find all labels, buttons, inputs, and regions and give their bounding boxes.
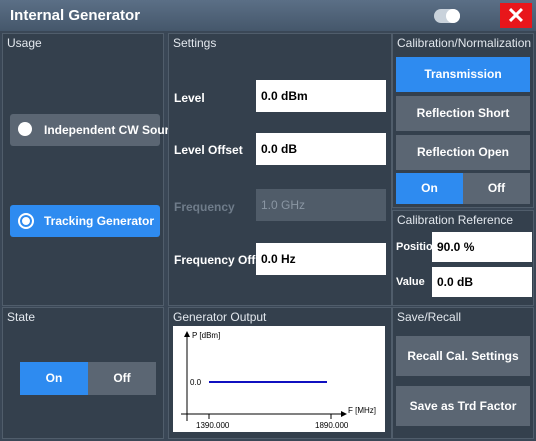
toggle-knob xyxy=(446,9,460,23)
state-off-toggle[interactable]: Off xyxy=(88,362,156,395)
settings-title: Settings xyxy=(173,36,217,50)
level-label: Level xyxy=(174,91,205,105)
level-input[interactable]: 0.0 dBm xyxy=(256,80,386,112)
value-input[interactable]: 0.0 dB xyxy=(432,267,532,297)
y-axis-label: P [dBm] xyxy=(192,331,220,340)
radio-label: Tracking Generator xyxy=(44,214,155,228)
calibration-title: Calibration/Normalization xyxy=(397,36,532,50)
usage-pane: Usage Independent CW Source Tracking Gen… xyxy=(2,33,183,306)
generator-output-title: Generator Output xyxy=(173,310,267,324)
state-on-toggle[interactable]: On xyxy=(20,362,88,395)
generator-output-pane: Generator Output P [dBm] F [MHz] 0.0 139… xyxy=(168,307,392,439)
x-axis-label: F [MHz] xyxy=(348,406,376,415)
position-input[interactable]: 90.0 % xyxy=(432,232,532,262)
reflection-short-button[interactable]: Reflection Short xyxy=(396,96,530,131)
save-recall-title: Save/Recall xyxy=(397,310,462,324)
state-title: State xyxy=(7,310,36,324)
x-start-label: 1390.000 xyxy=(196,421,230,430)
dialog-title: Internal Generator xyxy=(10,7,141,24)
recall-cal-settings-button[interactable]: Recall Cal. Settings xyxy=(396,336,530,376)
x-axis-arrow-icon xyxy=(341,411,347,417)
calibration-off-toggle[interactable]: Off xyxy=(463,173,530,204)
level-offset-input[interactable]: 0.0 dB xyxy=(256,133,386,165)
title-bar: Internal Generator ✕ xyxy=(0,0,536,31)
close-button[interactable]: ✕ xyxy=(500,3,532,28)
radio-selected-icon xyxy=(18,213,34,229)
y-axis-arrow-icon xyxy=(184,331,190,337)
internal-generator-dialog: Internal Generator ✕ Usage Independent C… xyxy=(0,0,536,441)
radio-tracking-generator[interactable]: Tracking Generator xyxy=(10,205,160,237)
save-as-trd-factor-button[interactable]: Save as Trd Factor xyxy=(396,386,530,426)
frequency-offset-input[interactable]: 0.0 Hz xyxy=(256,243,386,275)
calibration-pane: Calibration/Normalization Transmission R… xyxy=(392,33,534,208)
radio-label: Independent CW Source xyxy=(44,123,183,137)
calibration-reference-pane: Calibration Reference Position 90.0 % Va… xyxy=(392,210,534,306)
generator-output-chart: P [dBm] F [MHz] 0.0 1390.000 1890.000 xyxy=(173,326,385,432)
state-pane: State On Off xyxy=(2,307,164,439)
level-offset-label: Level Offset xyxy=(174,143,243,157)
calibration-reference-title: Calibration Reference xyxy=(397,213,514,227)
x-end-label: 1890.000 xyxy=(315,421,349,430)
settings-pane: Settings Level 0.0 dBm Level Offset 0.0 … xyxy=(168,33,392,306)
frequency-label: Frequency xyxy=(174,200,235,214)
save-recall-pane: Save/Recall Recall Cal. Settings Save as… xyxy=(392,307,534,439)
radio-independent-cw-source[interactable]: Independent CW Source xyxy=(10,114,183,146)
value-label: Value xyxy=(396,276,425,288)
display-toggle-icon[interactable] xyxy=(434,9,460,23)
reflection-open-button[interactable]: Reflection Open xyxy=(396,135,530,170)
generator-output-plot: P [dBm] F [MHz] 0.0 1390.000 1890.000 xyxy=(181,331,376,430)
radio-circle-icon xyxy=(18,122,32,136)
calibration-on-toggle[interactable]: On xyxy=(396,173,463,204)
transmission-button[interactable]: Transmission xyxy=(396,57,530,92)
usage-title: Usage xyxy=(7,36,42,50)
frequency-input: 1.0 GHz xyxy=(256,189,386,221)
level-tick-label: 0.0 xyxy=(190,378,202,387)
